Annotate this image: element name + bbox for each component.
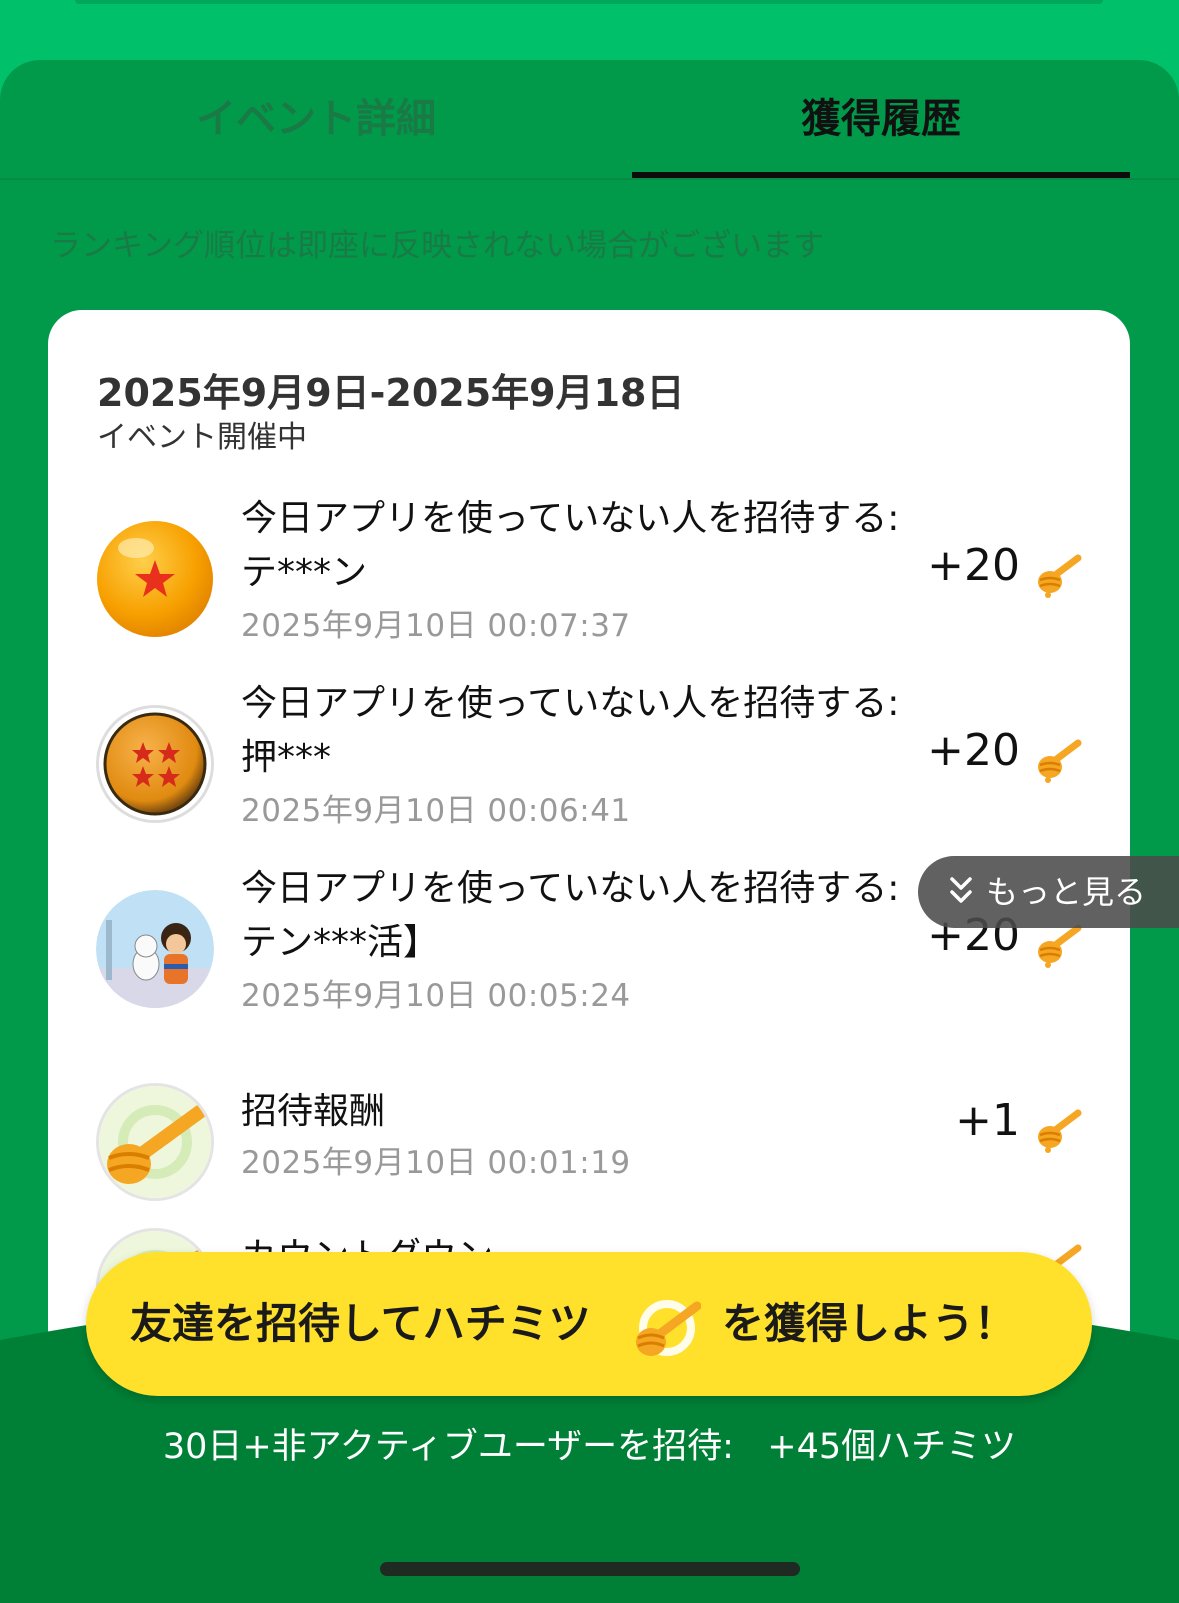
chevron-double-down-icon (950, 877, 972, 903)
entry-points: +1 (955, 1095, 1020, 1146)
previous-card-edge (75, 0, 1103, 4)
history-entry: 今日アプリを使っていない人を招待する:テ***ン 2025年9月10日 00:0… (48, 488, 1130, 668)
anime-character-avatar (96, 890, 214, 1008)
entry-points: +20 (927, 725, 1020, 776)
active-tab-indicator (632, 172, 1130, 178)
event-status: イベント開催中 (97, 420, 307, 455)
tab-event-details[interactable]: イベント詳細 (0, 60, 632, 178)
entry-points: +20 (927, 540, 1020, 591)
entry-title: 今日アプリを使っていない人を招待する:押*** (241, 683, 900, 778)
entry-title: 今日アプリを使っていない人を招待する:テン***活】 (241, 868, 900, 963)
entry-timestamp: 2025年9月10日 00:05:24 (241, 978, 631, 1014)
entry-timestamp: 2025年9月10日 00:01:19 (241, 1145, 631, 1181)
cta-text-end: を獲得しよう！ (722, 1299, 1017, 1348)
entry-timestamp: 2025年9月10日 00:07:37 (241, 608, 631, 644)
honey-dipper-icon (1038, 739, 1082, 783)
event-date-range: 2025年9月9日-2025年9月18日 (97, 371, 685, 415)
four-star-dragon-ball-icon (96, 705, 214, 823)
tab-bar: イベント詳細 獲得履歴 (0, 60, 1179, 180)
cta-text-start: 友達を招待してハチミツ (130, 1299, 591, 1348)
entry-timestamp: 2025年9月10日 00:06:41 (241, 793, 631, 829)
show-more-label: もっと見る (986, 873, 1147, 911)
invite-bonus-note: 30日+非アクティブユーザーを招待: +45個ハチミツ (162, 1427, 1017, 1467)
ranking-notice: ランキング順位は即座に反映されない場合がございます (50, 228, 825, 264)
home-indicator[interactable] (380, 1562, 800, 1576)
honey-dipper-icon (1038, 554, 1082, 598)
history-entry: 今日アプリを使っていない人を招待する:押*** 2025年9月10日 00:06… (48, 673, 1130, 853)
honey-dipper-icon (636, 1300, 701, 1356)
tab-earning-history[interactable]: 獲得履歴 (632, 60, 1130, 178)
history-entry: 招待報酬 2025年9月10日 00:01:19 +1 (48, 1043, 1130, 1223)
entry-title: 今日アプリを使っていない人を招待する:テ***ン (241, 498, 900, 593)
one-star-dragon-ball-icon (96, 520, 214, 638)
entry-title: 招待報酬 (241, 1091, 386, 1132)
honey-dipper-icon (1038, 1109, 1082, 1153)
show-more-button[interactable]: もっと見る (918, 856, 1179, 928)
honey-dipper-avatar (96, 1083, 214, 1201)
invite-friends-button[interactable]: 友達を招待してハチミツ を獲得しよう！ (86, 1252, 1092, 1396)
